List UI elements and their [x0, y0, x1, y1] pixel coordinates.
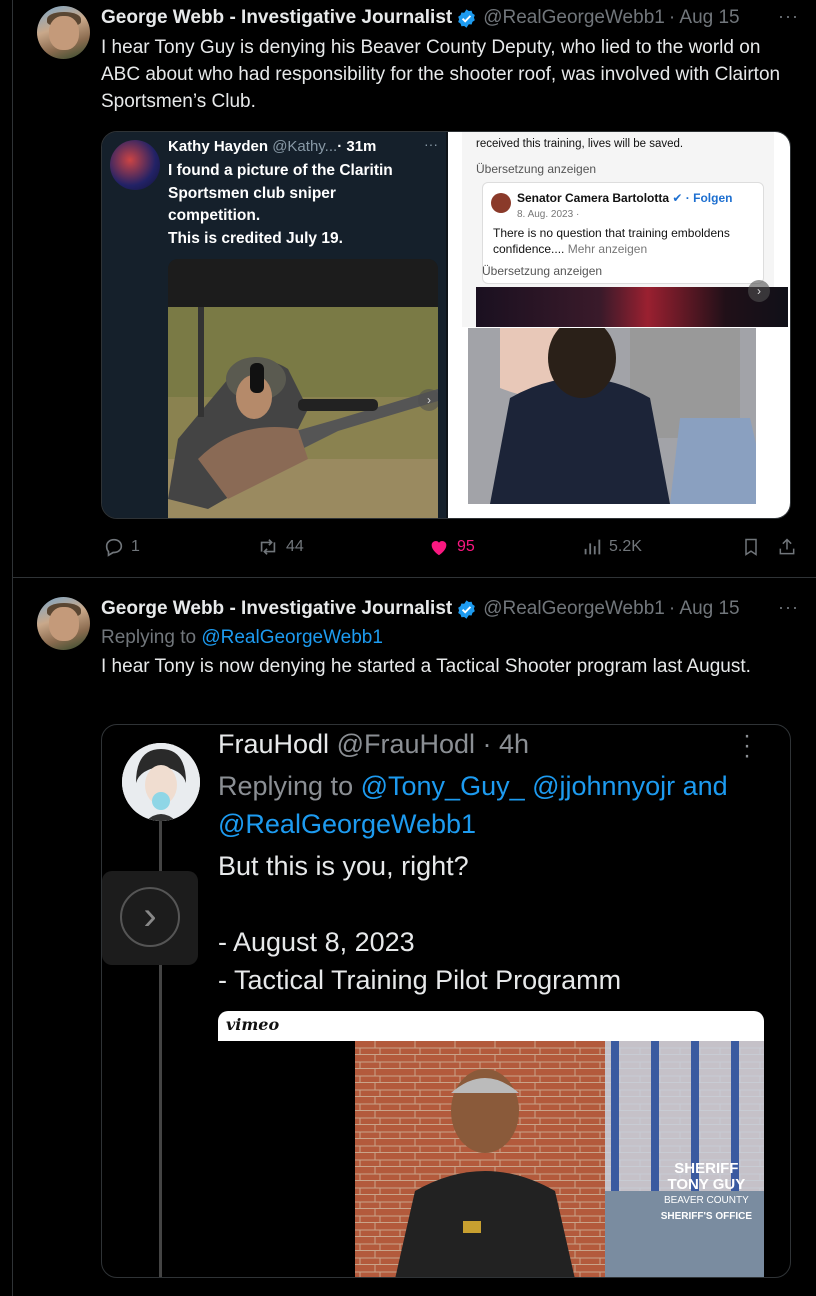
quoted-replying-to: Replying to @Tony_Guy_ @jjohnnyojr and @…	[218, 767, 778, 843]
avatar	[122, 743, 200, 821]
replying-to: Replying to @RealGeorgeWebb1	[101, 627, 383, 649]
tweet-media[interactable]: FrauHodl @FrauHodl · 4h · · · Replying to …	[101, 724, 791, 1278]
quoted-header: FrauHodl @FrauHodl · 4h	[218, 729, 529, 760]
like-count: 95	[457, 538, 475, 555]
quoted-line: Sportsmen club sniper	[168, 184, 336, 202]
name-overlay: SHERIFF TONY GUY BEAVER COUNTY SHERIFF'S…	[661, 1161, 752, 1225]
body-line: - Tactical Training Pilot Programm	[218, 965, 622, 995]
screenshot-card: received this training, lives will be sa…	[462, 132, 788, 327]
like-icon	[431, 541, 447, 556]
tweet-text: I hear Tony Guy is denying his Beaver Co…	[101, 37, 781, 112]
quoted-screenshot-right: received this training, lives will be sa…	[448, 132, 790, 518]
more-icon: ···	[743, 724, 751, 769]
quoted-body: But this is you, right? - August 8, 2023…	[218, 847, 778, 999]
quoted-handle: @Kathy...	[272, 138, 338, 155]
replying-handles: @Tony_Guy_ @jjohnnyojr	[360, 771, 676, 801]
reply-icon	[105, 538, 123, 557]
replying-label: Replying to	[218, 771, 354, 801]
views-count: 5.2K	[609, 538, 642, 555]
quoted-handle: @FrauHodl	[336, 729, 476, 759]
body-line	[218, 885, 778, 923]
replying-handle-link[interactable]: @RealGeorgeWebb1	[201, 627, 383, 648]
translate-link: Übersetzung anzeigen	[482, 264, 603, 278]
tweet-header: George Webb - Investigative Journalist @…	[101, 597, 801, 621]
avatar[interactable]	[37, 6, 90, 59]
bookmark-icon	[745, 538, 757, 556]
chevron-right-icon[interactable]: ›	[418, 389, 438, 411]
author-name[interactable]: George Webb - Investigative Journalist	[101, 7, 452, 29]
author-handle[interactable]: @RealGeorgeWebb1	[483, 7, 665, 29]
chevron-right-icon: ›	[120, 887, 180, 947]
tweet-text: I hear Tony is now denying he started a …	[101, 656, 751, 677]
verified-badge-icon	[458, 8, 476, 28]
tweet[interactable]: George Webb - Investigative Journalist @…	[13, 579, 816, 1296]
avatar[interactable]	[37, 597, 90, 650]
next-media-button[interactable]: ›	[102, 871, 198, 965]
like-button[interactable]: 95	[427, 536, 475, 558]
overlay-line: TONY GUY	[667, 1176, 746, 1193]
verified-badge-icon	[458, 599, 476, 619]
avatar	[491, 193, 511, 213]
more-options-button[interactable]: ···	[778, 597, 799, 618]
timeline-feed: George Webb - Investigative Journalist @…	[12, 0, 816, 1296]
quoted-header: Kathy Hayden @Kathy...· 31m	[168, 138, 376, 155]
quoted-time: · 4h	[482, 729, 530, 759]
quoted-screenshot-left: Kathy Hayden @Kathy...· 31m ··· I found …	[102, 132, 446, 518]
nested-date: 8. Aug. 2023 ·	[517, 209, 580, 220]
quoted-line: competition.	[168, 207, 261, 224]
nested-author-name: Senator Camera Bartolotta	[517, 191, 670, 205]
nested-text: There is no question that training embol…	[493, 225, 757, 257]
quoted-line: This is credited July 19.	[168, 229, 343, 247]
quoted-text: I found a picture of the Claritin Sports…	[168, 160, 438, 250]
night-photo	[476, 287, 788, 327]
quoted-name: FrauHodl	[218, 729, 330, 759]
chevron-right-icon[interactable]: ›	[748, 280, 770, 302]
replying-handle-2: @RealGeorgeWebb1	[218, 809, 477, 839]
reply-button[interactable]: 1	[103, 536, 140, 558]
follow-link: · Folgen	[685, 191, 733, 205]
post-date[interactable]: · Aug 15	[669, 7, 740, 29]
interview-photo	[460, 328, 780, 504]
repost-count: 44	[286, 538, 304, 555]
translate-link: Übersetzung anzeigen	[476, 162, 597, 176]
share-button[interactable]	[777, 536, 797, 558]
replying-and: and	[682, 771, 728, 801]
tweet[interactable]: George Webb - Investigative Journalist @…	[13, 0, 816, 578]
reply-count: 1	[131, 538, 140, 555]
quoted-line: I found a picture of the Claritin	[168, 162, 393, 179]
overlay-line: BEAVER COUNTY	[663, 1195, 749, 1206]
repost-icon	[260, 539, 276, 555]
show-more-link: Mehr anzeigen	[567, 242, 648, 256]
body-line: - August 8, 2023	[218, 927, 415, 957]
quoted-name: Kathy Hayden	[168, 138, 269, 155]
sniper-photo: ›	[168, 259, 438, 518]
more-options-button[interactable]: ···	[778, 6, 799, 27]
author-name[interactable]: George Webb - Investigative Journalist	[101, 598, 452, 620]
more-icon: ···	[424, 136, 438, 152]
share-icon	[779, 538, 795, 555]
tweet-actions: 1 44 95 5.2K	[101, 536, 801, 562]
tweet-media[interactable]: Kathy Hayden @Kathy...· 31m ··· I found …	[101, 131, 791, 519]
video-letterbox	[218, 1041, 355, 1277]
avatar	[110, 140, 160, 190]
video-frame: SHERIFF TONY GUY BEAVER COUNTY SHERIFF'S…	[355, 1041, 764, 1277]
card-top-text: received this training, lives will be sa…	[476, 138, 684, 150]
views-button[interactable]: 5.2K	[581, 536, 642, 558]
author-handle[interactable]: @RealGeorgeWebb1	[483, 598, 665, 620]
video-embed[interactable]: vimeo SHERIFF TONY GUY BEAVER COUNTY SHE…	[218, 1011, 764, 1277]
views-icon	[584, 539, 601, 555]
vimeo-logo: vimeo	[226, 1015, 280, 1034]
bookmark-button[interactable]	[741, 536, 761, 558]
quoted-time: · 31m	[337, 138, 377, 155]
overlay-line: SHERIFF	[674, 1160, 739, 1177]
repost-button[interactable]: 44	[256, 536, 304, 558]
overlay-line: SHERIFF'S OFFICE	[660, 1211, 752, 1222]
replying-label: Replying to	[101, 627, 197, 648]
nested-author: Senator Camera Bartolotta ✔ · Folgen	[517, 191, 733, 205]
body-line: But this is you, right?	[218, 851, 469, 881]
post-date[interactable]: · Aug 15	[669, 598, 740, 620]
tweet-header: George Webb - Investigative Journalist @…	[101, 6, 801, 30]
